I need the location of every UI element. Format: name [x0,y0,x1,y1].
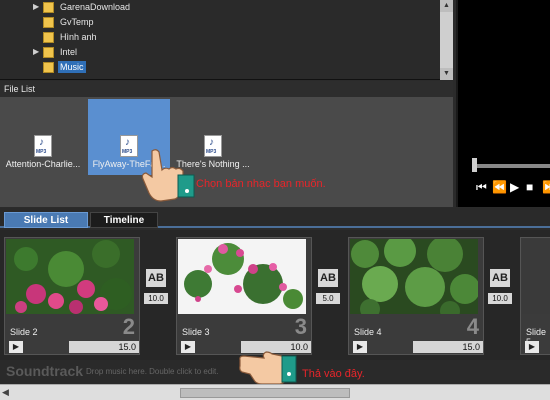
tree-item-gvtemp[interactable]: GvTemp [0,15,440,31]
file-item[interactable]: ♪ MP3 Attention-Charlie... [2,99,84,175]
folder-icon [43,32,54,43]
tree-item-label: Intel [60,47,78,57]
fast-forward-icon[interactable]: ⏩ [542,180,550,194]
tab-timeline[interactable]: Timeline [90,212,158,228]
tree-item-intel[interactable]: ▶ Intel [0,45,440,61]
slide-duration[interactable]: 15.0 [69,341,139,353]
rewind-icon[interactable]: ⏪ [492,180,507,194]
preview-panel: ⏮ ⏪ ▶ ■ ⏩ [456,0,550,207]
transition-ab-icon[interactable]: AB [490,269,510,287]
tab-slide-list[interactable]: Slide List [4,212,88,228]
slide-thumbnail [522,239,550,314]
slide-play-button[interactable]: ▶ [525,341,539,353]
hand-pointer-icon [239,351,297,385]
tree-item-garenadownload[interactable]: ▶ GarenaDownload [0,0,440,16]
soundtrack-hint: Drop music here. Double click to edit. [86,367,219,376]
seek-bar[interactable] [472,164,550,168]
transition-duration[interactable]: 10.0 [144,293,168,304]
expand-arrow-icon[interactable]: ▶ [33,2,39,11]
folder-tree: ▶ GarenaDownload GvTemp Hình anh ▶ Intel… [0,0,453,80]
tree-item-hinh-anh[interactable]: Hình anh [0,30,440,46]
horizontal-scrollbar[interactable]: ◀ [0,384,550,400]
slide-number: 4 [466,314,479,339]
slide-number: 2 [122,314,135,339]
slide-card[interactable]: Slide 4 4 ▶ 15.0 [348,237,484,355]
mp3-file-icon: ♪ MP3 [34,135,52,157]
tree-item-label: Hình anh [60,32,97,42]
file-name: Attention-Charlie... [5,159,81,169]
slide-thumbnail [6,239,134,314]
soundtrack-track[interactable]: Soundtrack Drop music here. Double click… [0,351,550,385]
scroll-up-arrow-icon[interactable]: ▲ [440,0,453,12]
stop-icon[interactable]: ■ [526,180,533,194]
expand-arrow-icon[interactable]: ▶ [33,47,39,56]
hand-pointer-icon [141,149,195,202]
folder-icon [43,47,54,58]
tree-item-label: GvTemp [60,17,94,27]
slide-name: Slide 2 [10,327,38,337]
scroll-left-arrow-icon[interactable]: ◀ [2,387,9,398]
slide-number: 3 [294,314,307,339]
slide-name: Slide 4 [354,327,382,337]
slide-play-button[interactable]: ▶ [353,341,367,353]
slide-thumbnail [350,239,478,314]
transition-duration[interactable]: 10.0 [488,293,512,304]
transition-control[interactable]: AB 10.0 [144,269,170,309]
file-list: ♪ MP3 Attention-Charlie... ♪ MP3 FlyAway-T… [0,97,453,207]
slide-strip: Slide 2 2 ▶ 15.0 AB 10.0 Slide 3 3 ▶ 10.… [0,230,550,360]
slide-thumbnail [178,239,306,314]
slide-card[interactable]: Slide 2 2 ▶ 15.0 [4,237,140,355]
skip-back-icon[interactable]: ⏮ [476,180,487,195]
slide-play-button[interactable]: ▶ [181,341,195,353]
folder-icon [43,2,54,13]
slide-card[interactable]: Slide 3 3 ▶ 10.0 [176,237,312,355]
tabs-bar: Slide List Timeline [0,208,550,228]
tree-scrollbar[interactable]: ▲ ▼ [440,0,453,80]
folder-icon [43,17,54,28]
tree-item-label: Music [58,61,86,73]
folder-icon [43,62,54,73]
mp3-file-icon: ♪ MP3 [204,135,222,157]
scroll-thumb[interactable] [180,388,350,398]
slide-duration[interactable]: 15.0 [413,341,483,353]
soundtrack-label: Soundtrack [6,363,84,379]
transition-ab-icon[interactable]: AB [146,269,166,287]
play-icon[interactable]: ▶ [510,180,519,194]
transition-control[interactable]: AB 5.0 [316,269,342,309]
tree-item-music[interactable]: Music [0,60,440,76]
slide-play-button[interactable]: ▶ [9,341,23,353]
transition-duration[interactable]: 5.0 [316,293,340,304]
slide-name: Slide 3 [182,327,210,337]
tree-item-label: GarenaDownload [60,2,131,12]
mp3-file-icon: ♪ MP3 [120,135,138,157]
scroll-down-arrow-icon[interactable]: ▼ [440,68,453,80]
slide-card[interactable]: Slide 5 ▶ [520,237,550,355]
callout-choose-music: Chọn bản nhạc bạn muốn. [196,178,326,190]
callout-drop-here: Thả vào đây. [302,368,365,380]
transition-control[interactable]: AB 10.0 [488,269,514,309]
transition-ab-icon[interactable]: AB [318,269,338,287]
seek-handle[interactable] [472,158,477,172]
file-list-header: File List [0,81,453,97]
playback-controls: ⏮ ⏪ ▶ ■ ⏩ [472,180,550,196]
